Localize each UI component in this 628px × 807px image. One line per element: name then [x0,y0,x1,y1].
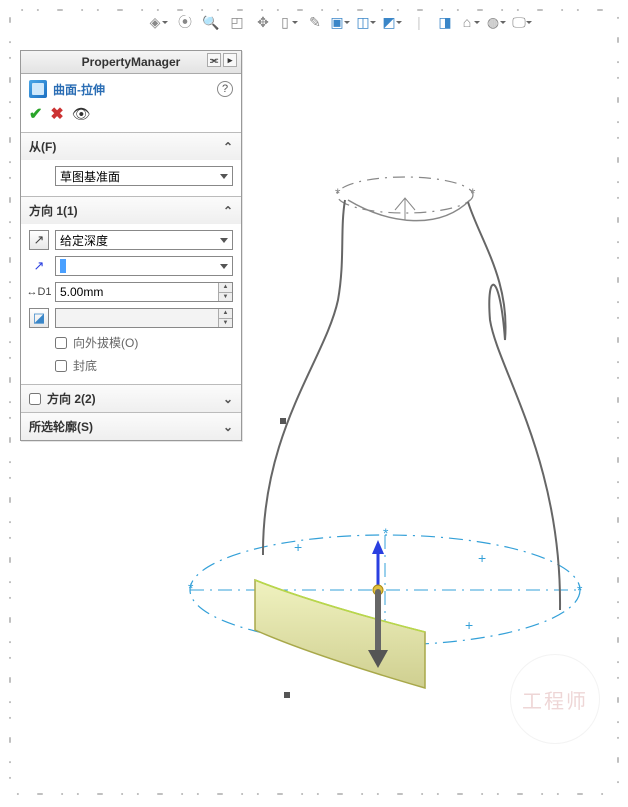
direction-reference-input[interactable] [55,256,233,276]
depth-stepper[interactable]: ▲▼ [218,283,232,301]
end-condition-select[interactable]: 给定深度 [55,230,233,250]
perspective-icon[interactable]: ◨ [436,13,454,31]
camera-icon[interactable]: ⌂ [462,13,480,31]
section-contours-header[interactable]: 所选轮廓(S) [21,413,241,440]
render-icon[interactable]: ◍ [488,13,506,31]
reverse-direction-icon[interactable]: ↗ [29,230,49,250]
pm-next-icon[interactable]: ▸ [223,53,237,67]
end-condition-value: 给定深度 [60,232,108,249]
spacer [29,166,49,186]
depth-spin[interactable]: 5.00mm ▲▼ [55,282,233,302]
from-select[interactable]: 草图基准面 [55,166,233,186]
depth-dimension-icon: ↔D1 [29,282,49,302]
section-from-header[interactable]: 从(F) [21,133,241,160]
view-orientation-icon[interactable]: ◈ [150,13,168,31]
section-direction2-header[interactable]: 方向 2(2) [21,385,241,412]
divider: | [410,13,428,31]
svg-text:+: + [478,550,486,566]
pm-feature-row: 曲面-拉伸 ? [21,74,241,102]
draft-outward-checkbox[interactable] [55,337,67,349]
watermark-text: 工程师 [522,685,588,714]
cancel-button[interactable]: ✖ [50,104,63,124]
ok-button[interactable]: ✔ [29,104,42,124]
svg-text:+: + [294,539,302,555]
help-button[interactable]: ? [217,81,233,97]
section-contours-label: 所选轮廓(S) [29,418,93,435]
section-direction1-header[interactable]: 方向 1(1) [21,197,241,224]
selection-highlight [60,259,66,273]
preview-toggle-icon[interactable]: 👁 [72,105,91,123]
svg-text:*: * [335,185,341,201]
svg-text:*: * [577,582,583,598]
edit-appearance-icon[interactable]: ✎ [306,13,324,31]
draft-stepper[interactable]: ▲▼ [218,309,232,327]
zoom-icon[interactable]: 🔍 [202,13,220,31]
svg-text:*: * [188,580,194,596]
chevron-up-icon [223,140,233,154]
zoom-fit-icon[interactable]: ⦿ [176,13,194,31]
feature-title: 曲面-拉伸 [53,81,105,98]
section-from-label: 从(F) [29,138,56,155]
scene-icon[interactable]: ◩ [384,13,402,31]
section-direction2: 方向 2(2) [21,384,241,412]
property-manager-panel: PropertyManager ⫘ ▸ 曲面-拉伸 ? ✔ ✖ 👁 从(F) 草… [20,50,242,441]
view-toolbar: ◈ ⦿ 🔍 ◰ ✥ ▯ ✎ ▣ ◫ ◩ | ◨ ⌂ ◍ 🖵 [150,10,588,34]
pm-pin-icon[interactable]: ⫘ [207,53,221,67]
draft-spin[interactable]: ▲▼ [55,308,233,328]
depth-value: 5.00mm [60,285,103,299]
section-direction2-label: 方向 2(2) [47,390,96,407]
watermark: 工程师 [510,654,600,744]
from-select-value: 草图基准面 [60,168,120,185]
cap-end-label: 封底 [73,357,97,374]
direction-vector-icon[interactable]: ↗ [29,256,49,276]
section-view-icon[interactable]: ▯ [280,13,298,31]
chevron-down-icon [223,392,233,406]
svg-text:*: * [383,525,389,541]
chevron-up-icon [223,204,233,218]
svg-text:+: + [465,617,473,633]
zoom-area-icon[interactable]: ◰ [228,13,246,31]
hide-show-icon[interactable]: ◫ [358,13,376,31]
section-from: 从(F) 草图基准面 [21,132,241,196]
draft-outward-label: 向外拔模(O) [73,334,138,351]
pm-title-bar: PropertyManager ⫘ ▸ [21,51,241,74]
direction2-enable-checkbox[interactable] [29,393,41,405]
section-direction1: 方向 1(1) ↗ 给定深度 ↗ ↔D1 5.00mm [21,196,241,384]
chevron-down-icon [223,420,233,434]
svg-text:*: * [470,185,476,201]
section-contours: 所选轮廓(S) [21,412,241,440]
monitor-icon[interactable]: 🖵 [514,13,532,31]
cap-end-checkbox[interactable] [55,360,67,372]
draft-icon[interactable]: ◪ [29,308,49,328]
pm-actions-row: ✔ ✖ 👁 [21,102,241,132]
pan-icon[interactable]: ✥ [254,13,272,31]
display-style-icon[interactable]: ▣ [332,13,350,31]
pm-title-text: PropertyManager [82,55,181,69]
section-direction1-label: 方向 1(1) [29,202,78,219]
surface-extrude-icon [29,80,47,98]
